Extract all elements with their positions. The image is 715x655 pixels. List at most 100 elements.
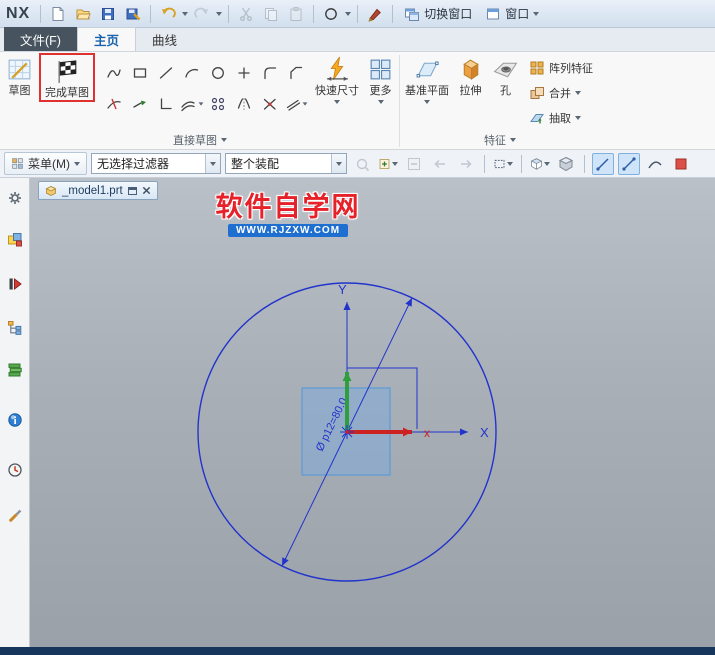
snap-point-toggle[interactable] <box>592 153 614 175</box>
circle-tool[interactable] <box>205 57 231 88</box>
rectangle-tool[interactable] <box>127 57 153 88</box>
tab-home-label: 主页 <box>94 30 119 49</box>
datum-plane-caret[interactable] <box>424 100 430 104</box>
extract-button[interactable]: 抽取 <box>523 105 599 130</box>
quick-extend-tool[interactable] <box>127 88 153 119</box>
pattern-curve-tool[interactable] <box>205 88 231 119</box>
new-file-button[interactable] <box>47 3 69 25</box>
rapid-dimension-caret[interactable] <box>334 100 340 104</box>
roles-settings-button[interactable] <box>3 186 27 210</box>
deselect-button[interactable] <box>403 153 425 175</box>
tab-file[interactable]: 文件(F) <box>4 27 77 51</box>
quick-trim-tool[interactable] <box>101 88 127 119</box>
view-orient-button[interactable] <box>529 153 551 175</box>
open-file-button[interactable] <box>72 3 94 25</box>
extrude-button[interactable]: 拉伸 <box>453 53 488 98</box>
mirror-curve-tool[interactable] <box>231 88 257 119</box>
tools-button[interactable] <box>3 504 27 528</box>
selection-scope-dropdown[interactable]: 整个装配 <box>225 153 347 174</box>
save-as-button[interactable] <box>122 3 144 25</box>
finish-sketch-button[interactable]: 完成草图 <box>41 55 93 100</box>
extract-icon <box>529 110 545 126</box>
datum-plane-button[interactable]: 基准平面 <box>401 53 453 104</box>
menu-button[interactable]: 菜单(M) <box>4 152 87 175</box>
feature-group-text: 特征 <box>484 132 506 148</box>
selection-scope-caret[interactable] <box>331 154 346 173</box>
assembly-navigator-button[interactable] <box>3 228 27 252</box>
rapid-dimension-button[interactable]: 快速尺寸 <box>311 53 363 104</box>
select-previous-button[interactable] <box>429 153 451 175</box>
offset-curve-tool[interactable] <box>179 88 205 119</box>
sketch-canvas[interactable]: Ø p12=80.0 Y X x <box>30 178 715 647</box>
selection-filter-dropdown[interactable]: 无选择过滤器 <box>91 153 221 174</box>
tab-curve[interactable]: 曲线 <box>136 27 193 51</box>
more-button[interactable]: 更多 <box>363 53 398 104</box>
select-add-caret[interactable] <box>392 162 398 166</box>
pattern-curve-icon <box>210 96 226 112</box>
pattern-feature-button[interactable]: 阵列特征 <box>523 55 599 80</box>
window-menu-button[interactable]: 窗口 <box>480 4 544 23</box>
circle-tool-button[interactable] <box>320 3 342 25</box>
hd3d-tool-button[interactable] <box>3 408 27 432</box>
part-navigator-button[interactable] <box>3 316 27 340</box>
bottom-bar <box>0 647 715 655</box>
tab-home[interactable]: 主页 <box>77 27 136 51</box>
undo-button[interactable] <box>157 3 179 25</box>
direct-sketch-group-label[interactable]: 直接草图 <box>2 132 398 148</box>
graphics-viewport[interactable]: Ø p12=80.0 Y X x <box>30 178 715 647</box>
unite-button[interactable]: 合并 <box>523 80 599 105</box>
snap-edge-toggle[interactable] <box>670 153 692 175</box>
cube-icon <box>530 156 543 172</box>
more-caret[interactable] <box>378 100 384 104</box>
close-tab-icon[interactable] <box>142 186 151 195</box>
selection-bar: 菜单(M) 无选择过滤器 整个装配 <box>0 150 715 178</box>
selection-filter-caret[interactable] <box>205 154 220 173</box>
render-style-button[interactable] <box>555 153 577 175</box>
cut-button[interactable] <box>235 3 257 25</box>
sketch-button[interactable]: 草图 <box>2 53 37 98</box>
selection-filter-value: 无选择过滤器 <box>92 155 205 172</box>
redo-button[interactable] <box>191 3 213 25</box>
intersection-point-tool[interactable] <box>257 88 283 119</box>
line-tool[interactable] <box>153 57 179 88</box>
hole-label: 孔 <box>500 85 511 98</box>
snap-endpoint-toggle[interactable] <box>618 153 640 175</box>
marquee-select-button[interactable] <box>492 153 514 175</box>
offset-curve-caret[interactable] <box>199 102 204 105</box>
derived-line-tool[interactable] <box>283 88 309 119</box>
chamfer-tool[interactable] <box>283 57 309 88</box>
reuse-library-button[interactable] <box>3 358 27 382</box>
fillet-tool[interactable] <box>257 57 283 88</box>
copy-button[interactable] <box>260 3 282 25</box>
point-tool[interactable] <box>231 57 257 88</box>
derived-line-caret[interactable] <box>302 102 307 105</box>
undo-dropdown-caret[interactable] <box>182 12 188 16</box>
select-add-button[interactable] <box>377 153 399 175</box>
save-as-icon <box>125 6 141 22</box>
pattern-feature-icon <box>529 60 545 76</box>
arc-tool[interactable] <box>179 57 205 88</box>
paste-button[interactable] <box>285 3 307 25</box>
origin-marker[interactable] <box>340 425 354 439</box>
snap-curve-toggle[interactable] <box>644 153 666 175</box>
view-orient-caret[interactable] <box>544 162 550 166</box>
highlight-related-button[interactable] <box>351 153 373 175</box>
history-button[interactable] <box>3 458 27 482</box>
make-corner-tool[interactable] <box>153 88 179 119</box>
document-tab[interactable]: _model1.prt <box>38 181 158 200</box>
misc-tool-button[interactable] <box>364 3 386 25</box>
profile-tool[interactable] <box>101 57 127 88</box>
hole-button[interactable]: 孔 <box>488 53 523 98</box>
restore-window-icon[interactable] <box>128 187 137 195</box>
select-next-button[interactable] <box>455 153 477 175</box>
constraint-navigator-button[interactable] <box>3 272 27 296</box>
extract-caret[interactable] <box>575 116 581 120</box>
circle-tool-caret[interactable] <box>345 12 351 16</box>
switch-window-button[interactable]: 切换窗口 <box>399 4 477 23</box>
feature-group-label[interactable]: 特征 <box>401 132 599 148</box>
redo-dropdown-caret[interactable] <box>216 12 222 16</box>
marquee-caret[interactable] <box>507 162 513 166</box>
save-button[interactable] <box>97 3 119 25</box>
separator <box>313 5 314 23</box>
unite-caret[interactable] <box>575 91 581 95</box>
